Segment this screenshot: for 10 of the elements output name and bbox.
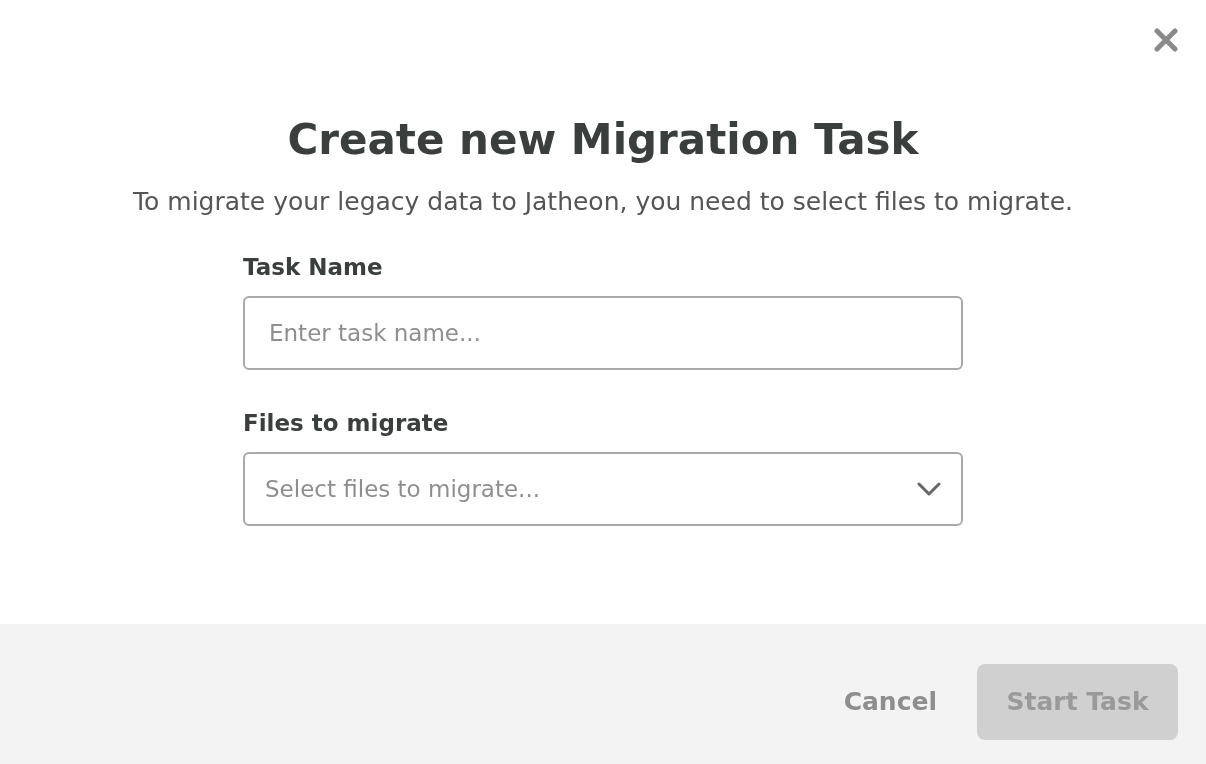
task-name-field[interactable]: Enter task name...	[243, 296, 963, 370]
dialog-description: To migrate your legacy data to Jatheon, you need to select files to migrate.	[133, 186, 1073, 218]
chevron-down-icon	[917, 482, 941, 496]
field-label: Task Name	[243, 253, 384, 282]
dropdown-placeholder: Select files to migrate...	[265, 474, 541, 504]
dialog-title: Create new Migration Task	[287, 114, 919, 166]
files-dropdown[interactable]: Select files to migrate...	[243, 452, 963, 526]
field-label: Files to migrate	[243, 409, 450, 438]
close-icon[interactable]	[1152, 26, 1180, 54]
cancel-button[interactable]: Cancel	[843, 683, 937, 721]
